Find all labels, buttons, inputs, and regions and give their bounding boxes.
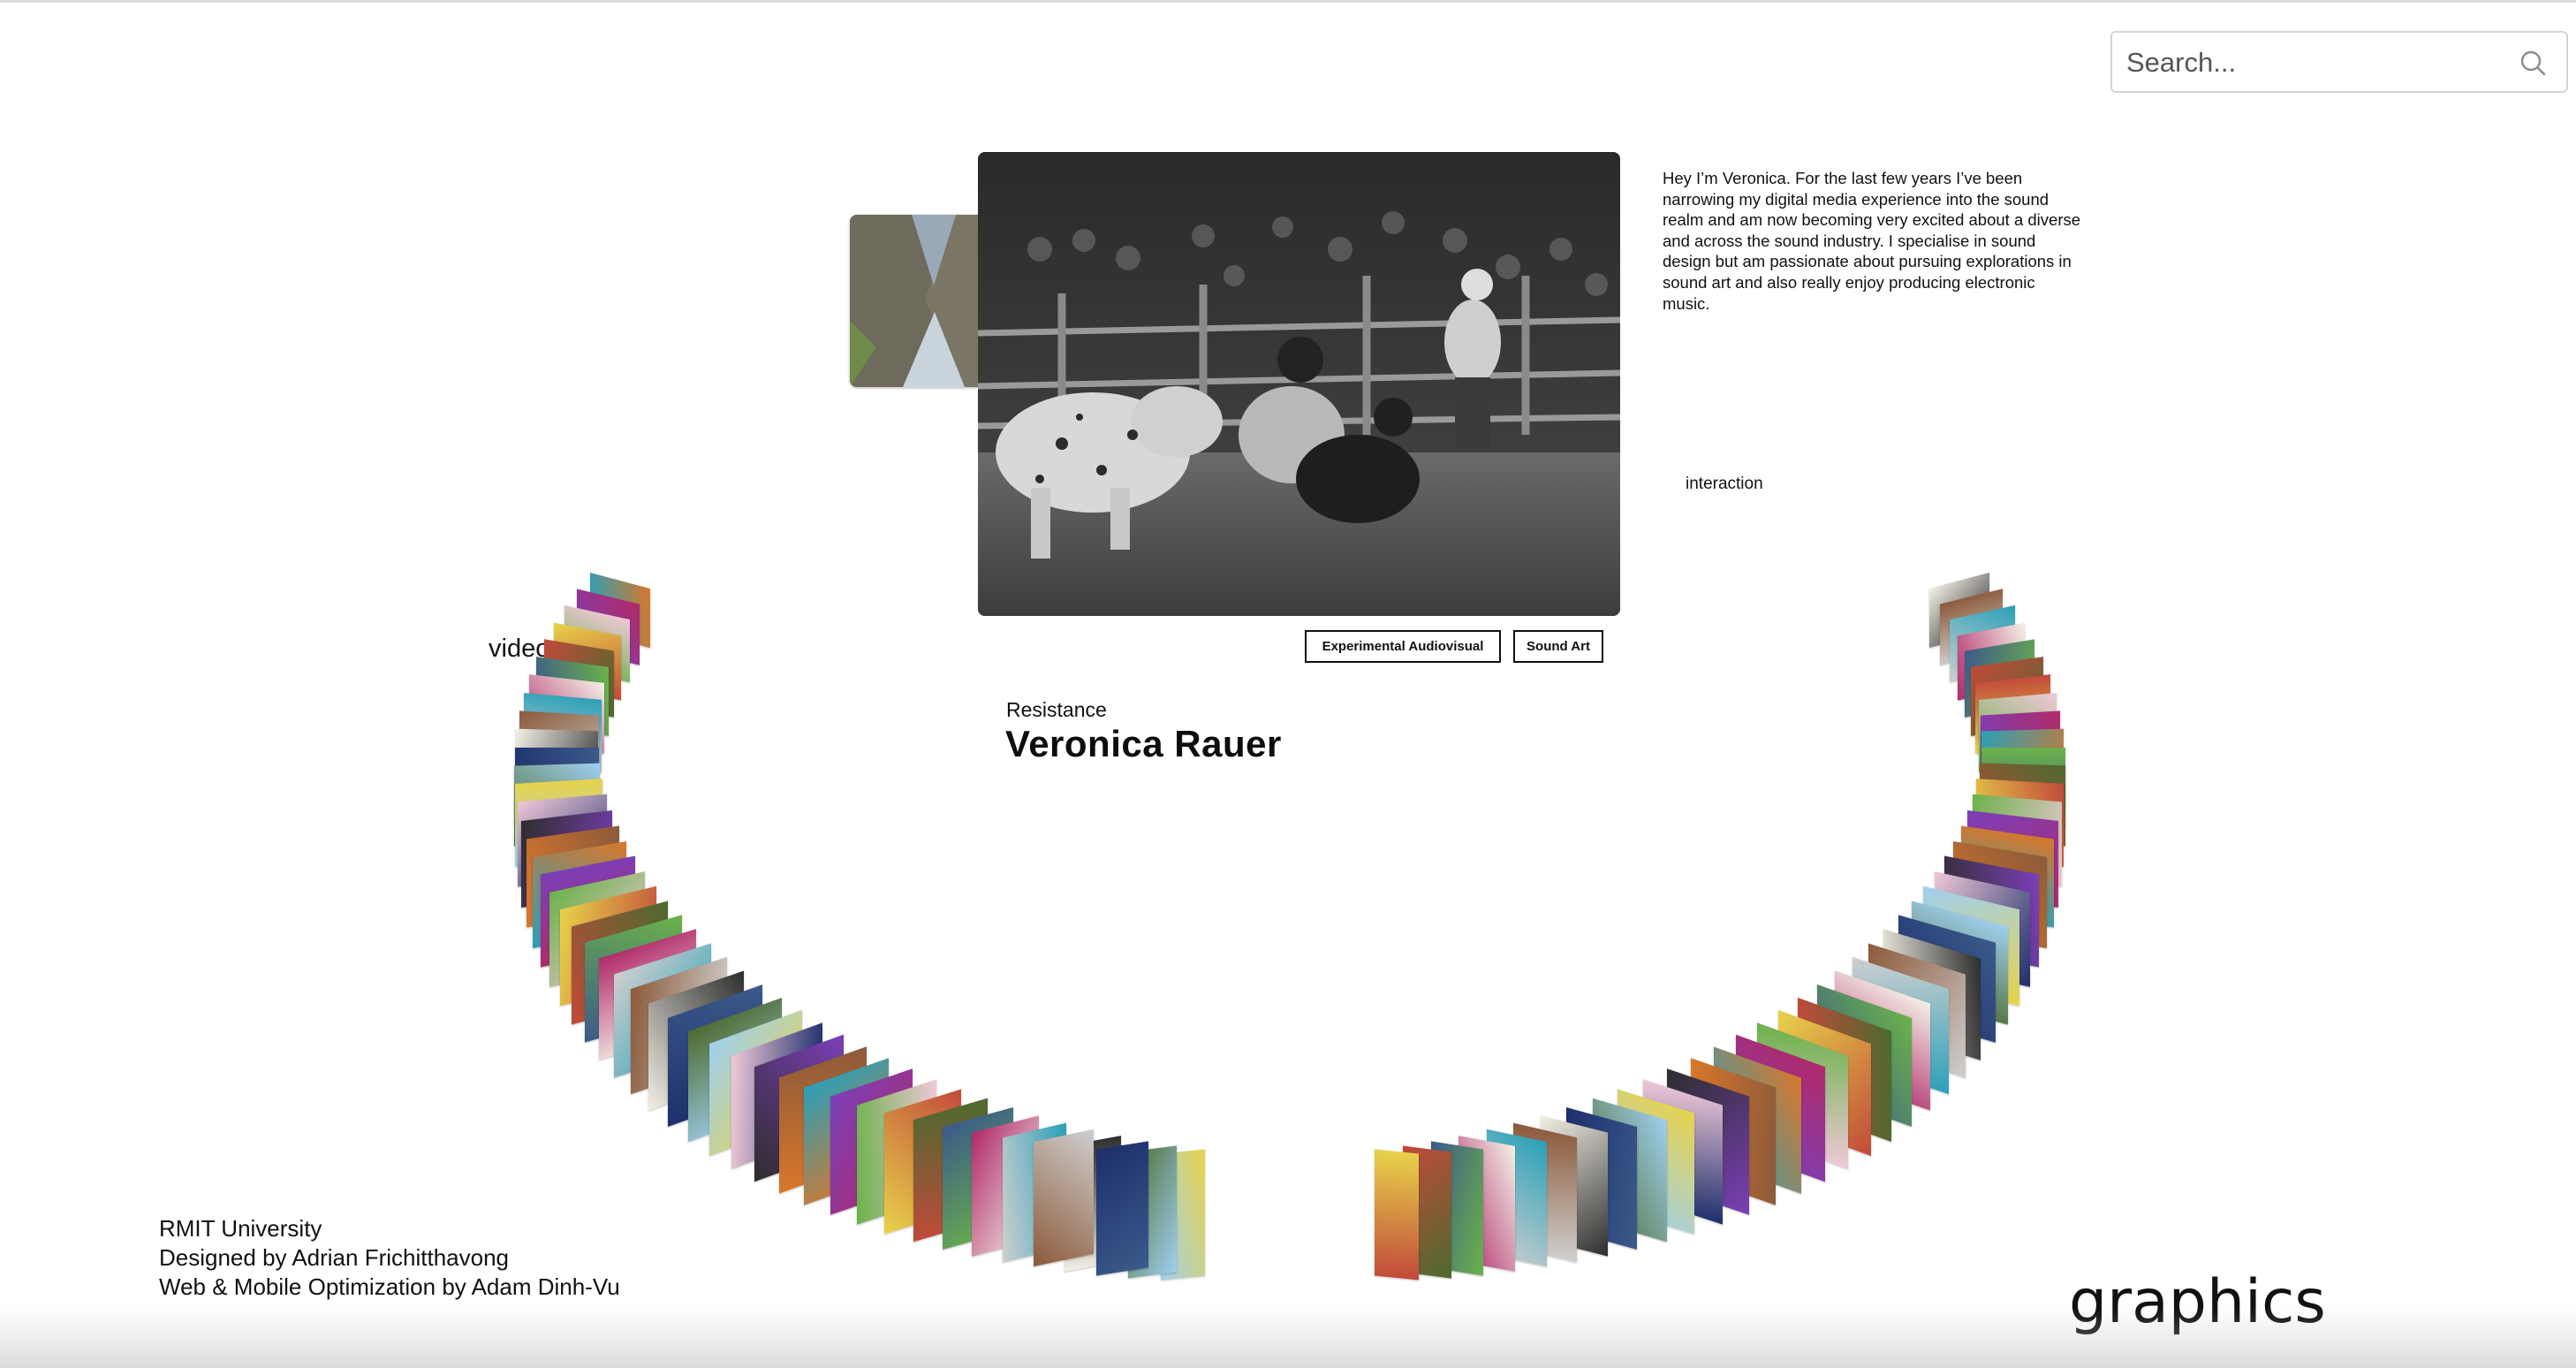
search-box[interactable]	[2110, 31, 2568, 93]
footer-designer: Designed by Adrian Frichitthavong	[159, 1244, 510, 1271]
category-label-graphics[interactable]: graphics	[2069, 1267, 2326, 1337]
footer-credits: RMIT University Designed by Adrian Frich…	[159, 1214, 620, 1302]
student-name[interactable]: Veronica Rauer	[1005, 723, 1282, 765]
featured-project-image[interactable]	[978, 152, 1620, 616]
project-thumbnail[interactable]	[1375, 1149, 1420, 1281]
project-thumbnail[interactable]	[1095, 1141, 1149, 1275]
search-input[interactable]	[2125, 40, 2499, 86]
search-icon[interactable]	[2519, 49, 2547, 77]
footer-university: RMIT University	[159, 1215, 322, 1242]
tag-sound-art[interactable]: Sound Art	[1513, 630, 1603, 663]
rodeo-photo	[978, 152, 1620, 616]
category-label-interaction[interactable]: interaction	[1686, 475, 1763, 494]
project-thumbnail[interactable]	[1033, 1129, 1094, 1267]
tag-experimental-audiovisual[interactable]: Experimental Audiovisual	[1305, 630, 1501, 663]
project-title: Resistance	[1006, 698, 1107, 721]
student-bio: Hey I’m Veronica. For the last few years…	[1663, 169, 2081, 313]
footer-optimization: Web & Mobile Optimization by Adam Dinh-V…	[159, 1273, 620, 1300]
